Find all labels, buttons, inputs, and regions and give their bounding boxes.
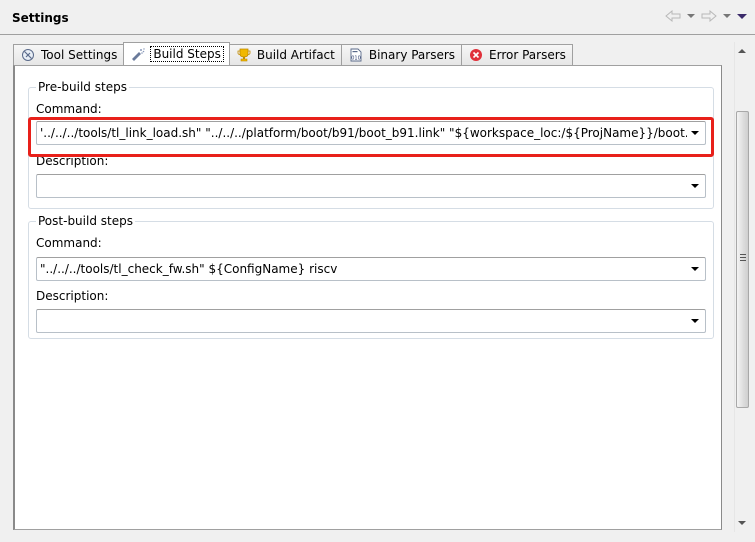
binary-file-icon: 010: [350, 48, 362, 62]
tab-label: Binary Parsers: [368, 48, 456, 62]
post-build-command-value[interactable]: "../../../tools/tl_check_fw.sh" ${Config…: [37, 262, 687, 276]
pre-build-command-label: Command:: [36, 102, 102, 116]
trophy-icon: [237, 48, 251, 62]
group-title: Pre-build steps: [36, 80, 129, 94]
tab-binary-parsers[interactable]: 010 Binary Parsers: [340, 44, 463, 65]
group-title: Post-build steps: [36, 214, 135, 228]
post-build-command-label: Command:: [36, 236, 102, 250]
pre-build-command-value[interactable]: '../../../tools/tl_link_load.sh" "../../…: [37, 126, 687, 140]
error-icon: [470, 49, 483, 61]
pre-build-command-combo[interactable]: '../../../tools/tl_link_load.sh" "../../…: [36, 121, 706, 145]
post-build-description-label: Description:: [36, 289, 109, 303]
tab-build-steps[interactable]: Build Steps: [123, 42, 230, 65]
tab-label: Build Artifact: [256, 48, 335, 62]
scroll-down-icon[interactable]: [738, 521, 746, 525]
page-title: Settings: [12, 11, 69, 25]
tab-label: Build Steps: [150, 46, 224, 62]
tab-tool-settings[interactable]: Tool Settings: [13, 44, 125, 65]
scroll-up-icon[interactable]: [738, 49, 746, 53]
tab-label: Tool Settings: [41, 48, 118, 62]
back-history-chevron-down-icon[interactable]: [687, 14, 695, 18]
pre-build-description-combo[interactable]: [36, 174, 706, 198]
header-nav: [665, 10, 747, 22]
post-build-steps-group: Post-build steps Command: "../../../tool…: [28, 214, 714, 339]
pre-build-description-label: Description:: [36, 154, 109, 168]
view-menu-icon[interactable]: [737, 13, 747, 19]
tool-settings-icon: [22, 49, 34, 61]
tab-error-parsers[interactable]: Error Parsers: [461, 44, 573, 65]
chevron-down-icon[interactable]: [691, 131, 699, 135]
tab-label: Error Parsers: [489, 48, 566, 62]
build-steps-icon: [132, 48, 146, 61]
post-build-command-combo[interactable]: "../../../tools/tl_check_fw.sh" ${Config…: [36, 257, 706, 281]
pre-build-steps-group: Pre-build steps Command: '../../../tools…: [28, 80, 714, 209]
back-arrow-icon[interactable]: [665, 10, 681, 22]
forward-history-chevron-down-icon[interactable]: [723, 14, 731, 18]
post-build-description-combo[interactable]: [36, 309, 706, 333]
chevron-down-icon[interactable]: [691, 184, 699, 188]
tab-bar: Tool Settings Build Steps Build Artifact…: [13, 42, 573, 65]
forward-arrow-icon[interactable]: [701, 10, 717, 22]
chevron-down-icon[interactable]: [691, 267, 699, 271]
grip-icon: [740, 254, 746, 262]
vertical-scrollbar[interactable]: [734, 42, 750, 532]
scrollbar-thumb[interactable]: [736, 111, 749, 408]
chevron-down-icon[interactable]: [691, 319, 699, 323]
build-steps-panel: Pre-build steps Command: '../../../tools…: [13, 65, 722, 530]
settings-header: Settings: [0, 0, 755, 35]
svg-text:010: 010: [351, 56, 361, 62]
tab-build-artifact[interactable]: Build Artifact: [228, 44, 342, 65]
